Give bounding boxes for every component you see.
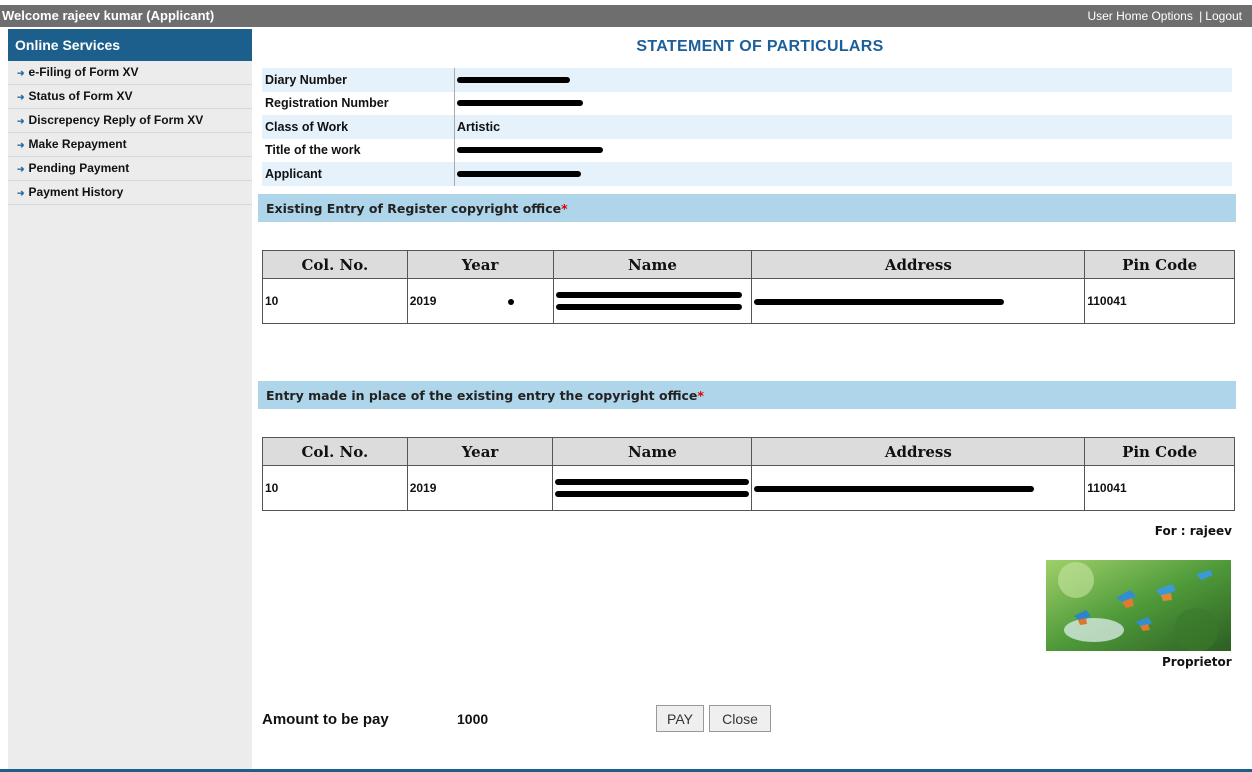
address-header: Address (751, 437, 1086, 466)
year-value: 2019 (409, 294, 437, 308)
address-cell (751, 278, 1086, 324)
close-button[interactable]: Close (709, 705, 771, 732)
title-of-work-label: Title of the work (262, 138, 455, 162)
sidebar-item-label: Payment History (28, 185, 124, 199)
col-no-header: Col. No. (262, 437, 408, 466)
name-cell (552, 465, 753, 511)
for-applicant-label: For : rajeev (1154, 524, 1232, 538)
address-cell (751, 465, 1086, 511)
class-of-work-row: Class of Work Artistic (262, 115, 1232, 139)
replacement-entry-table: Col. No. Year Name Address Pin Code 10 2… (262, 437, 1235, 511)
year-header: Year (406, 437, 554, 466)
pay-button[interactable]: PAY (656, 705, 704, 732)
sidebar-item-label: Status of Form XV (28, 89, 133, 103)
arrow-right-icon: ➜ (17, 164, 25, 174)
name-cell (552, 278, 753, 324)
redaction-mark (754, 299, 1005, 305)
page-title: STATEMENT OF PARTICULARS (636, 38, 884, 55)
redaction-mark (508, 299, 515, 305)
table-row: 10 2019 110041 (262, 465, 1235, 511)
redaction-mark (457, 170, 581, 177)
existing-entry-heading: Existing Entry of Register copyright off… (258, 194, 1236, 222)
logout-link[interactable]: Logout (1205, 9, 1242, 23)
pin-code-cell: 110041 (1084, 465, 1235, 511)
col-no-cell: 10 (262, 278, 408, 324)
address-header: Address (751, 250, 1086, 279)
redaction-mark (754, 486, 1035, 492)
sidebar-item-discrepency-reply[interactable]: ➜ Discrepency Reply of Form XV (8, 109, 252, 133)
diary-number-row: Diary Number (262, 68, 1232, 92)
sidebar-item-label: Pending Payment (28, 161, 130, 175)
required-star: * (561, 201, 568, 216)
title-of-work-row: Title of the work (262, 138, 1232, 162)
arrow-right-icon: ➜ (17, 68, 25, 78)
table-row: 10 2019 110041 (262, 278, 1235, 324)
applicant-value (455, 170, 581, 177)
table-header-row: Col. No. Year Name Address Pin Code (262, 250, 1235, 279)
top-links: User Home Options | Logout (1087, 9, 1242, 23)
pin-code-cell: 110041 (1084, 278, 1235, 324)
sidebar-item-pending-payment[interactable]: ➜ Pending Payment (8, 157, 252, 181)
sidebar: Online Services ➜ e-Filing of Form XV ➜ St… (8, 29, 252, 770)
diary-number-value (455, 76, 570, 83)
col-no-cell: 10 (262, 465, 408, 511)
pin-code-header: Pin Code (1084, 250, 1235, 279)
pin-code-header: Pin Code (1084, 437, 1235, 466)
registration-number-label: Registration Number (262, 91, 455, 115)
redaction-mark (457, 76, 570, 83)
proprietor-photo (1046, 560, 1231, 651)
sidebar-item-status-form-xv[interactable]: ➜ Status of Form XV (8, 85, 252, 109)
sidebar-item-payment-history[interactable]: ➜ Payment History (8, 181, 252, 205)
class-of-work-value: Artistic (457, 119, 501, 134)
applicant-label: Applicant (262, 162, 455, 186)
registration-number-value (455, 100, 583, 107)
kingfisher-photo (1046, 560, 1231, 651)
arrow-right-icon: ➜ (17, 140, 25, 150)
name-header: Name (552, 250, 753, 279)
sidebar-header: Online Services (8, 29, 252, 61)
col-no-header: Col. No. (262, 250, 408, 279)
amount-label: Amount to be pay (262, 711, 389, 728)
sidebar-item-make-repayment[interactable]: ➜ Make Repayment (8, 133, 252, 157)
required-star: * (697, 388, 704, 403)
redaction-mark (555, 304, 742, 310)
sidebar-item-efiling-form-xv[interactable]: ➜ e-Filing of Form XV (8, 61, 252, 85)
proprietor-label: Proprietor (1162, 655, 1232, 669)
arrow-right-icon: ➜ (17, 188, 25, 198)
welcome-text: Welcome rajeev kumar (Applicant) (2, 8, 215, 23)
year-header: Year (406, 250, 554, 279)
options-link[interactable]: Options (1151, 9, 1192, 23)
title-of-work-value (455, 147, 603, 154)
registration-number-row: Registration Number (262, 91, 1232, 115)
sidebar-item-label: Discrepency Reply of Form XV (28, 113, 204, 127)
top-bar: Welcome rajeev kumar (Applicant) User Ho… (0, 5, 1252, 27)
redaction-mark (457, 147, 603, 154)
redaction-mark (555, 491, 750, 497)
existing-entry-table: Col. No. Year Name Address Pin Code 10 2… (262, 250, 1235, 324)
year-cell: 2019 (406, 465, 554, 511)
particulars-table: Diary Number Registration Number Class o… (262, 68, 1232, 186)
diary-number-label: Diary Number (262, 68, 455, 92)
replacement-entry-heading: Entry made in place of the existing entr… (258, 381, 1236, 409)
arrow-right-icon: ➜ (17, 116, 25, 126)
link-separator: | (1199, 9, 1203, 23)
redaction-mark (457, 100, 583, 107)
amount-value: 1000 (457, 711, 489, 727)
redaction-mark (555, 292, 742, 298)
arrow-right-icon: ➜ (17, 92, 25, 102)
table-header-row: Col. No. Year Name Address Pin Code (262, 437, 1235, 466)
sidebar-item-label: e-Filing of Form XV (28, 65, 139, 79)
replacement-entry-heading-text: Entry made in place of the existing entr… (266, 388, 698, 403)
year-cell: 2019 (406, 278, 554, 324)
name-header: Name (552, 437, 753, 466)
existing-entry-heading-text: Existing Entry of Register copyright off… (266, 201, 562, 216)
sidebar-item-label: Make Repayment (28, 137, 127, 151)
redaction-mark (555, 479, 750, 485)
applicant-row: Applicant (262, 162, 1232, 186)
user-home-link[interactable]: User Home (1087, 9, 1148, 23)
class-of-work-label: Class of Work (262, 115, 455, 139)
